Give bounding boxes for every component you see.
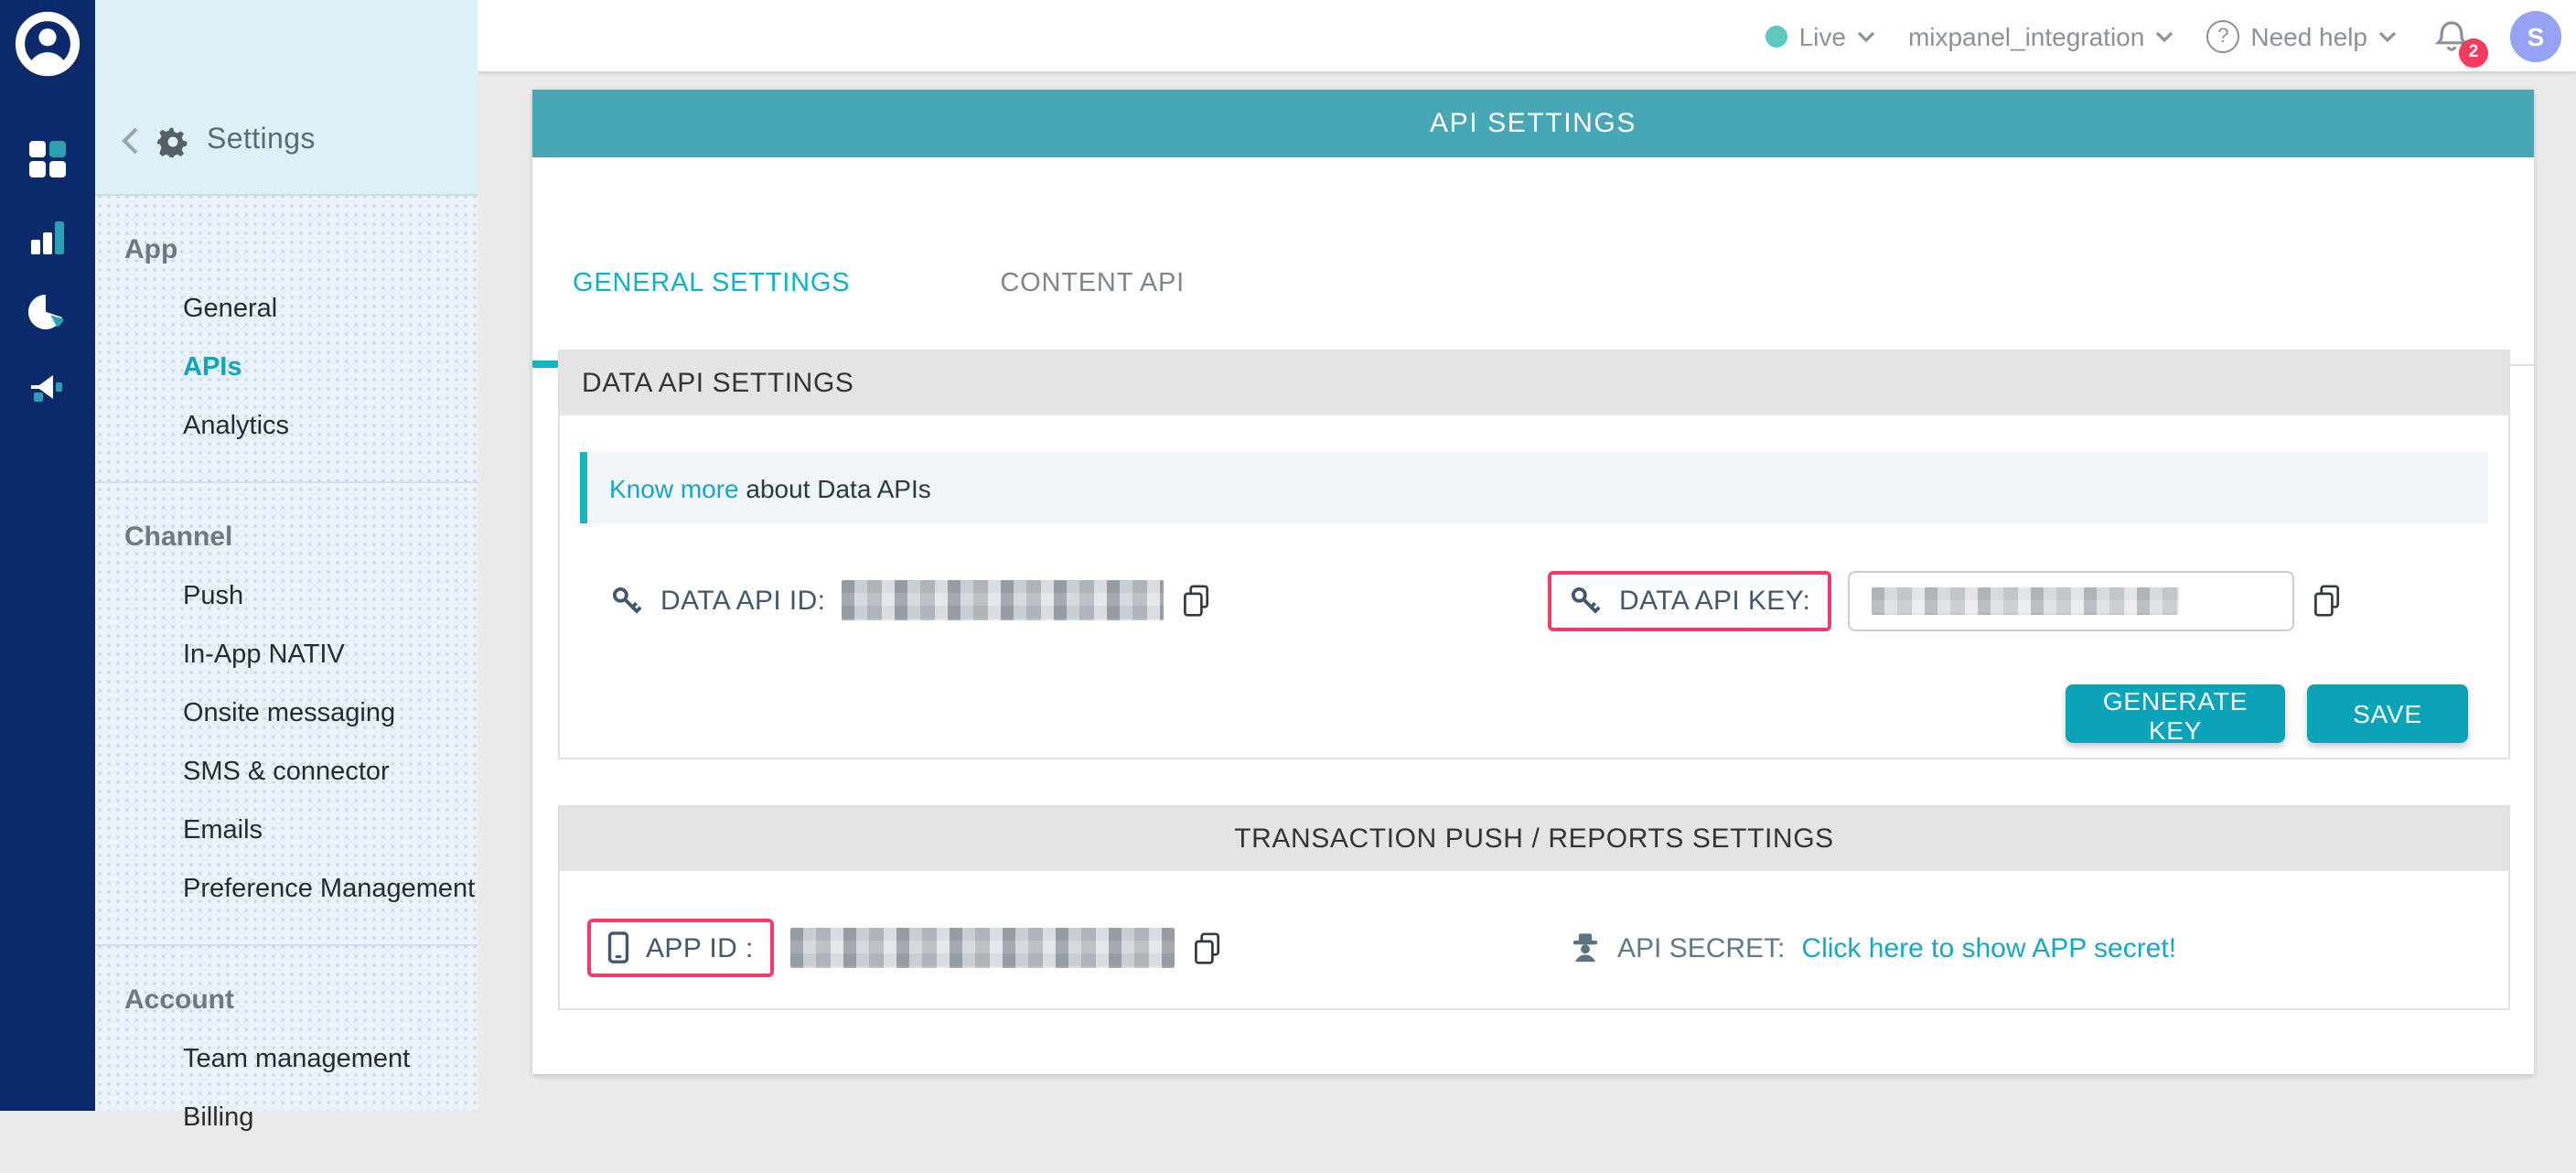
sidebar-item-general[interactable]: General <box>95 280 478 339</box>
show-app-secret-link[interactable]: Click here to show APP secret! <box>1801 932 2176 963</box>
notifications-button[interactable]: 2 <box>2430 12 2477 59</box>
notification-count-badge: 2 <box>2459 38 2488 67</box>
phone-icon <box>607 931 629 964</box>
page-title: API SETTINGS <box>532 90 2534 157</box>
know-more-banner: Know more about Data APIs <box>580 452 2488 523</box>
sidebar-section-app: App General APIs Analytics <box>95 196 478 483</box>
section-header: TRANSACTION PUSH / REPORTS SETTINGS <box>560 807 2508 871</box>
sidebar-section-channel: Channel Push In-App NATIV Onsite messagi… <box>95 483 478 946</box>
know-more-text: about Data APIs <box>739 473 931 502</box>
main-content: API SETTINGS GENERAL SETTINGS CONTENT AP… <box>478 71 2576 1111</box>
app-root: Settings App General APIs Analytics Chan… <box>0 0 2576 1111</box>
sidebar-item-analytics[interactable]: Analytics <box>95 397 478 456</box>
know-more-link[interactable]: Know more <box>609 473 739 502</box>
sidebar-header: Settings <box>95 0 478 196</box>
copy-icon[interactable] <box>1191 931 1224 965</box>
sidebar-item-push[interactable]: Push <box>95 567 478 626</box>
data-api-id-label: DATA API ID: <box>660 585 825 616</box>
save-button[interactable]: SAVE <box>2307 684 2468 743</box>
user-avatar[interactable]: S <box>2510 10 2561 61</box>
help-label: Need help <box>2250 21 2367 50</box>
sidebar-title: Settings <box>207 124 316 157</box>
app-id-label: APP ID : <box>646 932 754 963</box>
chevron-down-icon <box>1857 30 1875 41</box>
data-api-key-label: DATA API KEY: <box>1619 585 1810 616</box>
data-api-id-value-redacted <box>842 580 1164 620</box>
dashboard-icon[interactable] <box>26 137 70 181</box>
api-secret-label: API SECRET: <box>1617 932 1785 963</box>
help-icon: ? <box>2206 19 2239 52</box>
live-status-dot-icon <box>1766 25 1788 47</box>
project-selector[interactable]: mixpanel_integration <box>1908 21 2174 50</box>
tab-bar: GENERAL SETTINGS CONTENT API <box>532 157 2534 366</box>
gear-icon <box>157 125 188 156</box>
button-row: GENERATE KEY SAVE <box>560 684 2508 743</box>
sidebar-item-emails[interactable]: Emails <box>95 802 478 860</box>
nav-rail <box>0 0 95 1111</box>
secret-spy-icon <box>1570 931 1601 964</box>
data-api-key-group: DATA API KEY: <box>1548 567 2343 633</box>
sidebar-item-apis[interactable]: APIs <box>95 339 478 397</box>
megaphone-icon[interactable] <box>26 368 70 412</box>
data-api-id-group: DATA API ID: <box>609 567 1213 633</box>
environment-selector[interactable]: Live <box>1766 21 1875 50</box>
transaction-settings-section: TRANSACTION PUSH / REPORTS SETTINGS APP … <box>558 805 2510 1010</box>
sidebar-section-header: App <box>124 234 478 265</box>
sidebar-section-account: Account Team management Billing <box>95 946 478 1173</box>
sidebar-item-preference-management[interactable]: Preference Management <box>95 860 478 919</box>
sidebar-item-team-management[interactable]: Team management <box>95 1030 478 1089</box>
project-name: mixpanel_integration <box>1908 21 2144 50</box>
generate-key-button[interactable]: GENERATE KEY <box>2066 684 2285 743</box>
copy-icon[interactable] <box>1180 583 1213 618</box>
back-chevron-icon[interactable] <box>121 126 139 156</box>
data-api-key-highlight: DATA API KEY: <box>1548 570 1830 630</box>
app-id-value-redacted <box>790 928 1175 968</box>
sidebar-item-sms-connector[interactable]: SMS & connector <box>95 743 478 802</box>
api-secret-group: API SECRET: Click here to show APP secre… <box>1570 915 2176 981</box>
settings-sidebar: Settings App General APIs Analytics Chan… <box>95 0 478 1111</box>
sidebar-section-header: Channel <box>124 522 478 553</box>
sidebar-section-header: Account <box>124 985 478 1016</box>
help-menu[interactable]: ? Need help <box>2206 19 2397 52</box>
transaction-row: APP ID : <box>560 915 2508 981</box>
chevron-down-icon <box>2155 30 2174 41</box>
key-icon <box>1568 583 1603 618</box>
sidebar-item-onsite-messaging[interactable]: Onsite messaging <box>95 684 478 743</box>
bar-chart-icon[interactable] <box>26 216 70 260</box>
app-id-highlight: APP ID : <box>587 919 774 977</box>
data-api-row: DATA API ID: <box>560 567 2508 633</box>
chevron-down-icon <box>2378 30 2397 41</box>
brand-logo-icon[interactable] <box>15 11 80 77</box>
sidebar-item-billing[interactable]: Billing <box>95 1089 478 1147</box>
api-settings-card: API SETTINGS GENERAL SETTINGS CONTENT AP… <box>532 90 2534 1074</box>
copy-icon[interactable] <box>2310 583 2343 618</box>
data-api-settings-section: DATA API SETTINGS Know more about Data A… <box>558 350 2510 759</box>
data-api-key-input[interactable] <box>1847 570 2293 630</box>
top-bar: Live mixpanel_integration ? Need help 2 … <box>478 0 2576 71</box>
data-api-key-value-redacted <box>1871 586 2178 614</box>
pie-chart-icon[interactable] <box>26 291 70 335</box>
section-header: DATA API SETTINGS <box>560 351 2508 415</box>
key-icon <box>609 583 644 618</box>
app-id-group: APP ID : <box>587 915 1224 981</box>
sidebar-item-inapp-nativ[interactable]: In-App NATIV <box>95 626 478 684</box>
environment-label: Live <box>1799 21 1846 50</box>
